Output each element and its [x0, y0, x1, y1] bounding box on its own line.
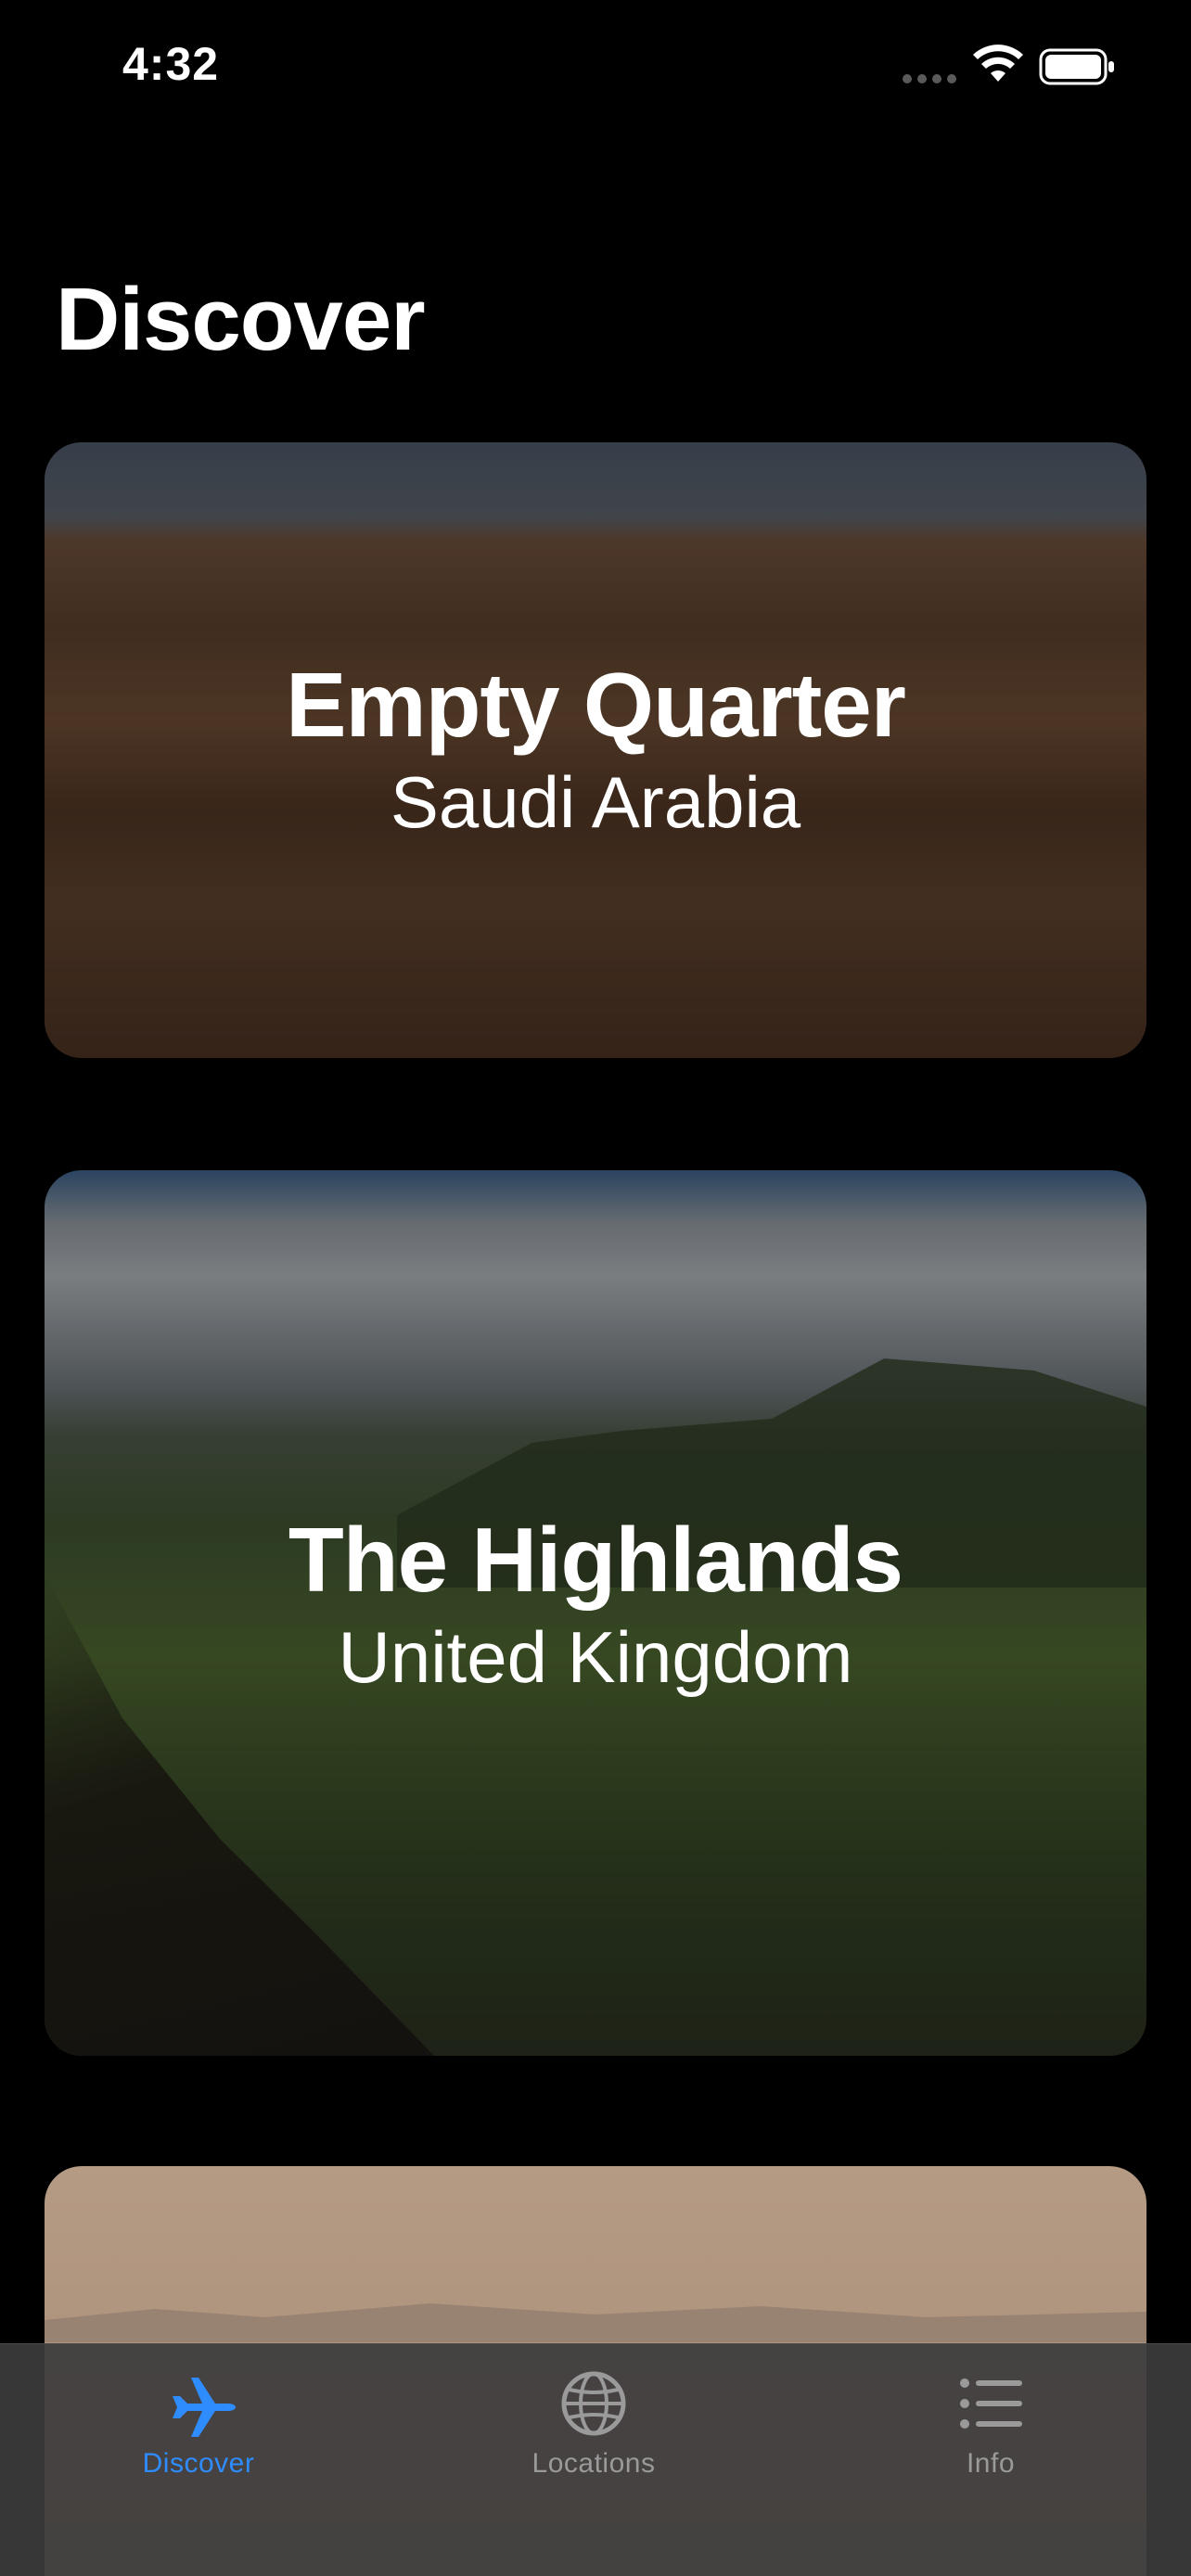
card-subtitle: Saudi Arabia — [390, 761, 801, 843]
tab-locations[interactable]: Locations — [455, 2344, 733, 2502]
airplane-icon — [173, 2378, 236, 2437]
cellular-signal-icon — [903, 74, 956, 83]
tab-label: Locations — [531, 2448, 656, 2479]
page-title: Discover — [56, 270, 426, 369]
card-subtitle: United Kingdom — [338, 1616, 853, 1698]
wifi-icon — [973, 45, 1023, 82]
tab-label: Info — [966, 2448, 1016, 2479]
tab-bar: Discover Locations Info — [0, 2343, 1191, 2576]
globe-icon — [561, 2371, 626, 2436]
tab-label: Discover — [142, 2448, 255, 2479]
card-title: The Highlands — [288, 1509, 903, 1611]
battery-icon — [1039, 48, 1114, 85]
status-time: 4:32 — [122, 38, 220, 90]
list-icon — [960, 2378, 1022, 2429]
destination-card-empty-quarter[interactable]: Empty Quarter Saudi Arabia — [45, 442, 1146, 1058]
destination-card-the-highlands[interactable]: The Highlands United Kingdom — [45, 1170, 1146, 2056]
tab-discover[interactable]: Discover — [59, 2344, 338, 2502]
tab-info[interactable]: Info — [852, 2344, 1130, 2502]
status-bar: 4:32 — [0, 0, 1191, 130]
card-title: Empty Quarter — [286, 654, 906, 756]
app-screen: 4:32 Discover Empty Quarter Saudi Arabia — [0, 0, 1191, 2576]
